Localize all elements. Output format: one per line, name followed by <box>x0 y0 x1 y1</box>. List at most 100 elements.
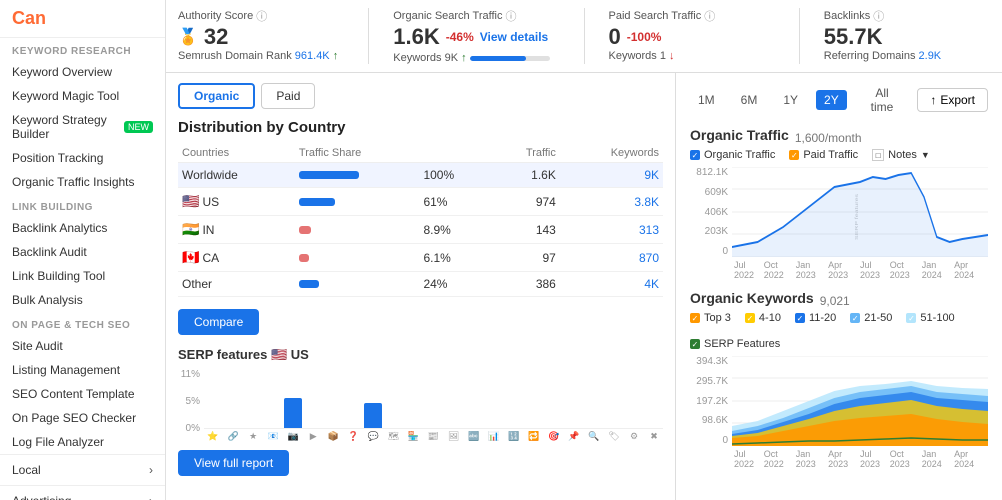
paid-change: -100% <box>627 30 662 44</box>
sidebar-item-site-audit[interactable]: Site Audit <box>0 334 165 358</box>
legend-top3-check[interactable]: ✓ <box>690 313 700 323</box>
info-icon-3[interactable]: ⓘ <box>704 8 715 24</box>
sidebar-item-advertising[interactable]: Advertising › <box>0 485 165 500</box>
tab-row: Organic Paid <box>178 83 663 109</box>
serp-icon: 🔤 <box>465 431 483 442</box>
sidebar-section-on-page: ON PAGE & TECH SEO <box>0 312 165 334</box>
export-button[interactable]: ↑ Export <box>917 88 988 112</box>
serp-chart-area: 11%5%0% <box>178 369 663 442</box>
traffic-cell: 143 <box>490 216 560 244</box>
divider-3 <box>799 8 800 64</box>
sidebar-item-keyword-magic-tool[interactable]: Keyword Magic Tool <box>0 84 165 108</box>
ok-x-labels: Jul 2022Oct 2022Jan 2023Apr 2023Jul 2023… <box>732 449 988 469</box>
keywords-cell[interactable]: 870 <box>560 244 663 272</box>
serp-icons-row: ⭐ 🔗 ★ 📧 📷 ▶ 📦 ❓ 💬 🗺 🏪 📰 🖼 🔤 <box>204 431 663 442</box>
sidebar-item-log-file-analyzer[interactable]: Log File Analyzer <box>0 430 165 454</box>
bar-cell <box>295 272 420 297</box>
sidebar-item-keyword-overview[interactable]: Keyword Overview <box>0 60 165 84</box>
organic-traffic-svg: SERP features <box>732 167 988 257</box>
serp-icon: 🎯 <box>545 431 563 442</box>
authority-score-label: Authority Score ⓘ <box>178 8 344 24</box>
keywords-cell[interactable]: 4K <box>560 272 663 297</box>
sidebar-item-bulk-analysis[interactable]: Bulk Analysis <box>0 288 165 312</box>
info-icon[interactable]: ⓘ <box>256 8 267 24</box>
ot-y-axis: 812.1K609K406K203K0 <box>690 167 728 257</box>
traffic-cell: 974 <box>490 188 560 216</box>
time-btn-6m[interactable]: 6M <box>733 90 766 110</box>
backlinks-value: 55.7K <box>824 24 990 50</box>
sidebar-item-organic-traffic-insights[interactable]: Organic Traffic Insights <box>0 170 165 194</box>
col-keywords: Keywords <box>560 144 663 163</box>
info-icon-4[interactable]: ⓘ <box>873 8 884 24</box>
table-row: Worldwide 100% 1.6K 9K <box>178 163 663 188</box>
legend-21-50-label: 21-50 <box>864 312 892 324</box>
legend-11-20-check[interactable]: ✓ <box>795 313 805 323</box>
sidebar-item-local[interactable]: Local › <box>0 454 165 485</box>
sidebar-item-on-page-seo-checker[interactable]: On Page SEO Checker <box>0 406 165 430</box>
view-details-link[interactable]: View details <box>480 30 548 44</box>
keywords-cell[interactable]: 3.8K <box>560 188 663 216</box>
keywords-cell[interactable]: 313 <box>560 216 663 244</box>
sidebar-item-seo-content-template[interactable]: SEO Content Template <box>0 382 165 406</box>
paid-sub: Keywords 1 ↓ <box>609 50 775 62</box>
legend-serp-check[interactable]: ✓ <box>690 339 700 349</box>
ot-chart: SERP features Jul 2022Oct 2022Jan 2023Ap… <box>732 167 988 280</box>
distribution-title: Distribution by Country <box>178 119 663 136</box>
export-label: Export <box>940 93 975 107</box>
legend-notes-label: Notes <box>888 149 917 161</box>
legend-paid-check[interactable]: ✓ <box>789 150 799 160</box>
tab-paid[interactable]: Paid <box>261 83 315 109</box>
info-icon-2[interactable]: ⓘ <box>505 8 516 24</box>
ot-x-labels: Jul 2022Oct 2022Jan 2023Apr 2023Jul 2023… <box>732 260 988 280</box>
sidebar-item-backlink-audit[interactable]: Backlink Audit <box>0 240 165 264</box>
serp-icon: 🏪 <box>404 431 422 442</box>
notes-checkbox[interactable]: □ <box>872 149 884 161</box>
serp-flag: 🇺🇸 <box>271 347 287 362</box>
legend-21-50-check[interactable]: ✓ <box>850 313 860 323</box>
time-btn-all[interactable]: All time <box>857 83 908 117</box>
tab-organic[interactable]: Organic <box>178 83 255 109</box>
sidebar-item-listing-management[interactable]: Listing Management <box>0 358 165 382</box>
legend-organic-check[interactable]: ✓ <box>690 150 700 160</box>
serp-region: US <box>291 347 309 362</box>
sidebar-item-keyword-strategy-builder[interactable]: Keyword Strategy Builder NEW <box>0 108 165 146</box>
organic-traffic-chart-wrapper: 812.1K609K406K203K0 SERP features <box>690 167 988 280</box>
time-btn-1y[interactable]: 1Y <box>775 90 806 110</box>
sidebar-section-link-building: LINK BUILDING <box>0 194 165 216</box>
col-countries: Countries <box>178 144 295 163</box>
sidebar-section-keyword-research: KEYWORD RESEARCH <box>0 38 165 60</box>
legend-paid-label: Paid Traffic <box>803 149 858 161</box>
serp-icon: ⭐ <box>204 431 222 442</box>
notes-dropdown-icon: ▼ <box>921 150 930 160</box>
organic-change: -46% <box>446 30 474 44</box>
serp-icon: 📷 <box>284 431 302 442</box>
keywords-progress-bar <box>470 56 550 61</box>
traffic-cell: 386 <box>490 272 560 297</box>
sidebar-item-link-building-tool[interactable]: Link Building Tool <box>0 264 165 288</box>
sidebar-item-backlink-analytics[interactable]: Backlink Analytics <box>0 216 165 240</box>
share-cell: 8.9% <box>419 216 490 244</box>
view-full-report-button[interactable]: View full report <box>178 450 289 476</box>
legend-51-100-check[interactable]: ✓ <box>906 313 916 323</box>
serp-icon: 🗺 <box>384 431 402 442</box>
serp-icon: 🔍 <box>585 431 603 442</box>
compare-button[interactable]: Compare <box>178 309 259 335</box>
backlinks-label: Backlinks ⓘ <box>824 8 990 24</box>
time-btn-2y[interactable]: 2Y <box>816 90 847 110</box>
chevron-right-icon: › <box>149 494 153 500</box>
keywords-cell[interactable]: 9K <box>560 163 663 188</box>
paid-traffic-metric: Paid Search Traffic ⓘ 0 -100% Keywords 1… <box>609 8 775 64</box>
serp-bar <box>284 398 302 428</box>
legend-11-20-label: 11-20 <box>809 312 836 324</box>
organic-keywords-legend: ✓ Top 3 ✓ 4-10 ✓ 11-20 ✓ 21-50 <box>690 312 988 350</box>
serp-icon: ▶ <box>304 431 322 442</box>
sidebar-item-position-tracking[interactable]: Position Tracking <box>0 146 165 170</box>
legend-4-10: ✓ 4-10 <box>745 312 781 324</box>
bar-cell <box>295 163 420 188</box>
time-btn-1m[interactable]: 1M <box>690 90 723 110</box>
serp-icon: 📊 <box>485 431 503 442</box>
serp-icon: ✖ <box>645 431 663 442</box>
legend-4-10-check[interactable]: ✓ <box>745 313 755 323</box>
legend-organic: ✓ Organic Traffic <box>690 149 775 161</box>
authority-sub: Semrush Domain Rank 961.4K ↑ <box>178 50 344 62</box>
